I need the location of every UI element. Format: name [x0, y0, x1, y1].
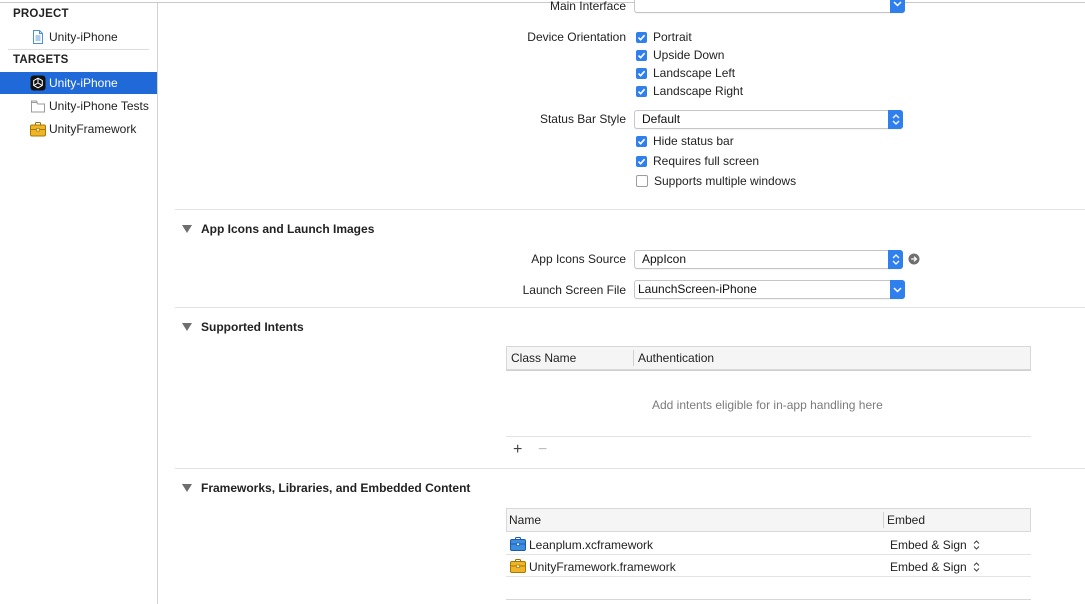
app-icons-source-label: App Icons Source	[531, 252, 626, 266]
checkbox-landscape-left[interactable]: Landscape Left	[636, 65, 735, 81]
column-header-embed[interactable]: Embed	[887, 513, 925, 527]
table-divider	[506, 576, 1031, 577]
empty-checkbox-icon	[636, 175, 648, 187]
intents-empty-text: Add intents eligible for in-app handling…	[652, 398, 883, 412]
up-down-chevron-icon[interactable]	[888, 110, 903, 129]
column-header-authentication[interactable]: Authentication	[638, 351, 714, 365]
main-interface-label: Main Interface	[549, 0, 626, 13]
add-button[interactable]: +	[513, 442, 522, 458]
target-sidebar: PROJECT Unity-iPhone TARGETS Unity-iPhon…	[0, 3, 158, 604]
launch-screen-combobox[interactable]: LaunchScreen-iPhone	[634, 280, 905, 299]
checkbox-label: Hide status bar	[653, 134, 734, 148]
status-bar-style-label: Status Bar Style	[539, 112, 626, 126]
up-down-chevron-icon[interactable]	[888, 250, 903, 269]
launch-screen-label: Launch Screen File	[522, 283, 626, 297]
editor-main: Main Interface Device Orientation Portra…	[158, 0, 1085, 604]
section-title-app-icons: App Icons and Launch Images	[201, 222, 375, 236]
column-header-name[interactable]: Name	[509, 513, 541, 527]
table-divider	[506, 599, 1031, 600]
up-down-chevron-icon	[973, 540, 980, 550]
disclosure-triangle-icon[interactable]	[182, 225, 192, 233]
remove-button[interactable]: −	[538, 442, 547, 458]
test-bundle-icon	[30, 98, 46, 114]
device-orientation-label: Device Orientation	[527, 30, 626, 44]
table-divider	[506, 436, 1031, 437]
checkbox-upside-down[interactable]: Upside Down	[636, 47, 724, 63]
embed-popup[interactable]: Embed & Sign	[890, 538, 980, 552]
sidebar-item-unityframework[interactable]: UnityFramework	[0, 118, 157, 140]
disclosure-triangle-icon[interactable]	[182, 323, 192, 331]
checkmark-icon	[636, 135, 647, 147]
chevron-down-icon[interactable]	[890, 0, 905, 13]
sidebar-item-label: Unity-iPhone	[49, 76, 118, 90]
checkbox-supports-multiple-windows[interactable]: Supports multiple windows	[636, 173, 796, 189]
table-divider	[506, 370, 1031, 371]
intents-table-header: Class Name Authentication	[506, 346, 1031, 370]
document-icon	[30, 29, 46, 45]
checkbox-label: Supports multiple windows	[654, 174, 797, 188]
checkbox-hide-status-bar[interactable]: Hide status bar	[636, 133, 734, 149]
checkbox-label: Upside Down	[653, 48, 725, 62]
table-row[interactable]: Leanplum.xcframework Embed & Sign	[506, 533, 1031, 555]
section-divider	[175, 209, 1085, 210]
chevron-down-icon[interactable]	[890, 280, 905, 299]
status-bar-style-popup[interactable]: Default	[634, 110, 903, 129]
unity-app-icon	[30, 75, 46, 91]
embed-value: Embed & Sign	[890, 538, 967, 552]
disclosure-triangle-icon[interactable]	[182, 484, 192, 492]
sidebar-item-label: Unity-iPhone Tests	[49, 99, 149, 113]
main-interface-combobox[interactable]	[634, 0, 905, 13]
checkmark-icon	[636, 49, 647, 61]
section-title-frameworks: Frameworks, Libraries, and Embedded Cont…	[201, 481, 471, 495]
launch-screen-value: LaunchScreen-iPhone	[638, 282, 757, 296]
table-row[interactable]: UnityFramework.framework Embed & Sign	[506, 555, 1031, 577]
checkbox-portrait[interactable]: Portrait	[636, 29, 692, 45]
go-to-arrow-icon[interactable]	[908, 253, 920, 265]
column-separator	[883, 512, 884, 528]
framework-icon	[30, 121, 46, 137]
up-down-chevron-icon	[973, 562, 980, 572]
checkmark-icon	[636, 67, 647, 79]
app-icons-source-popup[interactable]: AppIcon	[634, 250, 903, 269]
checkbox-landscape-right[interactable]: Landscape Right	[636, 83, 743, 99]
framework-name: UnityFramework.framework	[529, 560, 676, 574]
checkbox-label: Portrait	[653, 30, 692, 44]
checkmark-icon	[636, 155, 647, 167]
embed-value: Embed & Sign	[890, 560, 967, 574]
sidebar-item-unity-iphone-tests[interactable]: Unity-iPhone Tests	[0, 95, 157, 117]
sidebar-divider	[8, 49, 149, 50]
frameworks-table-header: Name Embed	[506, 508, 1031, 532]
status-bar-style-value: Default	[642, 112, 681, 126]
framework-name: Leanplum.xcframework	[529, 538, 654, 552]
column-header-class-name[interactable]: Class Name	[511, 351, 576, 365]
sidebar-item-label: UnityFramework	[49, 122, 137, 136]
checkbox-label: Requires full screen	[653, 154, 760, 168]
sidebar-item-project[interactable]: Unity-iPhone	[0, 26, 157, 48]
checkmark-icon	[636, 85, 647, 97]
checkbox-label: Landscape Left	[653, 66, 736, 80]
embed-popup[interactable]: Embed & Sign	[890, 560, 980, 574]
section-divider	[175, 468, 1085, 469]
checkbox-requires-full-screen[interactable]: Requires full screen	[636, 153, 759, 169]
toolbox-yellow-icon	[510, 559, 526, 573]
checkbox-label: Landscape Right	[653, 84, 744, 98]
project-header: PROJECT	[13, 8, 69, 20]
sidebar-item-unity-iphone[interactable]: Unity-iPhone	[0, 72, 157, 94]
targets-header: TARGETS	[13, 54, 69, 66]
checkmark-icon	[636, 31, 647, 43]
sidebar-item-label: Unity-iPhone	[49, 30, 118, 44]
toolbox-blue-icon	[510, 537, 526, 551]
section-divider	[175, 307, 1085, 308]
column-separator	[633, 350, 634, 366]
app-icons-source-value: AppIcon	[642, 252, 687, 266]
section-title-supported-intents: Supported Intents	[201, 320, 304, 334]
